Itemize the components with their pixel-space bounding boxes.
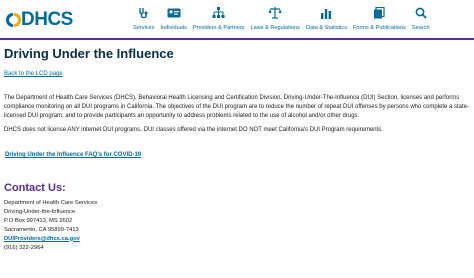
search-icon <box>415 4 427 22</box>
contact-block: Department of Health Care Services Drivi… <box>4 199 97 252</box>
org-chart-icon <box>212 4 225 22</box>
nav-label: Search <box>411 25 430 31</box>
nav-item-individuals[interactable]: Individuals <box>160 4 187 31</box>
back-to-lcd-link[interactable]: Back to the LCD page <box>4 71 63 77</box>
logo-mark-icon <box>5 11 21 29</box>
dhcs-logo[interactable]: DHCS <box>5 9 73 31</box>
nav-item-providers[interactable]: Providers & Partners <box>193 4 245 31</box>
main-content: Driving Under the Influence Back to the … <box>4 40 470 251</box>
nav-item-data[interactable]: Data & Statistics <box>306 4 347 31</box>
nav-item-forms[interactable]: Forms & Publications <box>353 4 406 31</box>
nav-item-laws[interactable]: Laws & Regulations <box>251 4 300 31</box>
nav-label: Data & Statistics <box>305 25 347 31</box>
page-title: Driving Under the Influence <box>4 46 174 61</box>
id-card-icon <box>167 4 181 22</box>
main-nav: Services Individuals Providers & Partner… <box>133 4 436 31</box>
scales-icon <box>268 4 282 22</box>
stethoscope-icon <box>138 4 150 22</box>
contact-phone: (916) 322-2964 <box>4 244 44 251</box>
site-header: DHCS Services Individuals Providers & Pa… <box>0 0 474 38</box>
contact-line: Sacramento, CA 95899-7413 <box>4 226 79 233</box>
intro-paragraph: The Department of Health Care Services (… <box>4 95 470 119</box>
nav-item-search[interactable]: Search <box>412 4 430 31</box>
nav-label: Providers & Partners <box>192 25 245 31</box>
documents-icon <box>373 4 386 22</box>
bar-chart-icon <box>320 4 332 22</box>
contact-line: P.O Box 997413, MS 2602 <box>4 217 73 224</box>
nav-label: Laws & Regulations <box>250 25 300 31</box>
nav-label: Individuals <box>160 25 187 31</box>
nav-label: Forms & Publications <box>353 25 406 31</box>
logo-text: DHCS <box>21 9 73 30</box>
contact-line: Department of Health Care Services <box>4 200 98 206</box>
contact-line: Driving-Under-the-Influence <box>4 208 76 215</box>
covid-faq-link[interactable]: Driving Under the Influence FAQ's for CO… <box>5 152 141 158</box>
contact-email-link[interactable]: DUIProviders@dhcs.ca.gov <box>4 236 80 242</box>
nav-label: Services <box>133 25 155 31</box>
nav-item-services[interactable]: Services <box>133 4 154 31</box>
internet-notice-paragraph: DHCS does not license ANY internet DUI p… <box>4 127 383 133</box>
contact-heading: Contact Us: <box>4 182 66 194</box>
